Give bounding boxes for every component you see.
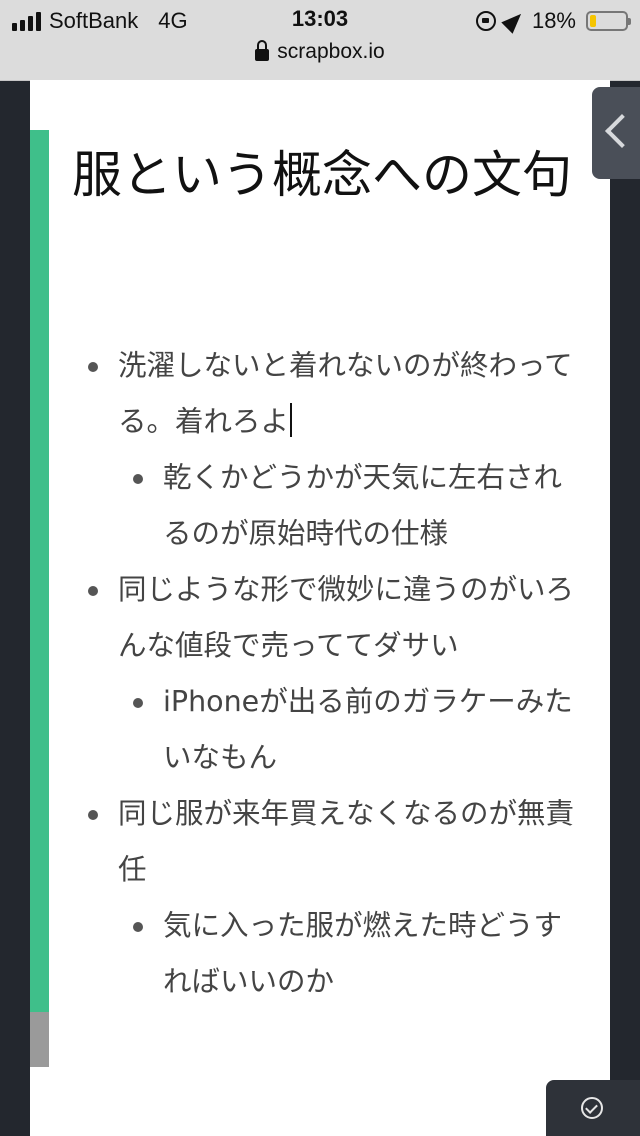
bullet-list: 洗濯しないと着れないのが終わってる。着れろよ 乾くかどうかが天気に左右されるのが… bbox=[30, 338, 610, 1010]
page-title[interactable]: 服という概念への文句 bbox=[72, 132, 592, 218]
battery-icon bbox=[586, 11, 631, 31]
bullet-dot bbox=[133, 698, 143, 708]
list-item[interactable]: 洗濯しないと着れないのが終わってる。着れろよ bbox=[88, 338, 576, 450]
bullet-dot bbox=[88, 362, 98, 372]
battery-fill bbox=[590, 15, 596, 27]
bullet-dot bbox=[133, 922, 143, 932]
battery-percent: 18% bbox=[531, 8, 576, 33]
list-item[interactable]: 乾くかどうかが天気に左右されるのが原始時代の仕様 bbox=[133, 450, 575, 562]
list-item-text[interactable]: 同じ服が来年買えなくなるのが無責任 bbox=[118, 797, 574, 886]
orientation-lock-icon bbox=[475, 11, 496, 31]
lock-icon bbox=[255, 40, 270, 61]
bullet-dot bbox=[133, 474, 143, 484]
text-cursor bbox=[290, 403, 293, 437]
status-right: 18% bbox=[475, 6, 631, 36]
list-item[interactable]: iPhoneが出る前のガラケーみたいなもん bbox=[133, 674, 575, 786]
check-circle-icon bbox=[581, 1097, 603, 1119]
bullet-dot bbox=[88, 586, 98, 596]
page-content: 服という概念への文句 洗濯しないと着れないのが終わってる。着れろよ 乾くかどうか… bbox=[30, 80, 610, 1136]
line-gray-bar bbox=[30, 1012, 49, 1067]
status-bar: SoftBank 4G 13:03 18% scrapbox.io bbox=[0, 0, 640, 81]
list-item-text[interactable]: 気に入った服が燃えた時どうすればいいのか bbox=[163, 909, 562, 998]
bullet-dot bbox=[88, 810, 98, 820]
location-icon bbox=[501, 8, 527, 34]
list-item-text[interactable]: 洗濯しないと着れないのが終わってる。着れろよ bbox=[118, 349, 573, 438]
bottom-action-button[interactable] bbox=[546, 1080, 640, 1136]
chevron-left-icon bbox=[605, 114, 639, 148]
list-item-text[interactable]: 同じような形で微妙に違うのがいろんな値段で売っててダサい bbox=[118, 573, 574, 662]
url-text[interactable]: scrapbox.io bbox=[277, 40, 384, 64]
list-item-text[interactable]: iPhoneが出る前のガラケーみたいなもん bbox=[163, 685, 573, 774]
list-item[interactable]: 同じ服が来年買えなくなるのが無責任 bbox=[88, 786, 576, 898]
list-item-text[interactable]: 乾くかどうかが天気に左右されるのが原始時代の仕様 bbox=[163, 461, 562, 550]
sidebar-toggle-button[interactable] bbox=[592, 87, 640, 179]
list-item[interactable]: 同じような形で微妙に違うのがいろんな値段で売っててダサい bbox=[88, 562, 576, 674]
address-bar[interactable]: scrapbox.io bbox=[0, 40, 640, 64]
list-item[interactable]: 気に入った服が燃えた時どうすればいいのか bbox=[133, 898, 575, 1010]
